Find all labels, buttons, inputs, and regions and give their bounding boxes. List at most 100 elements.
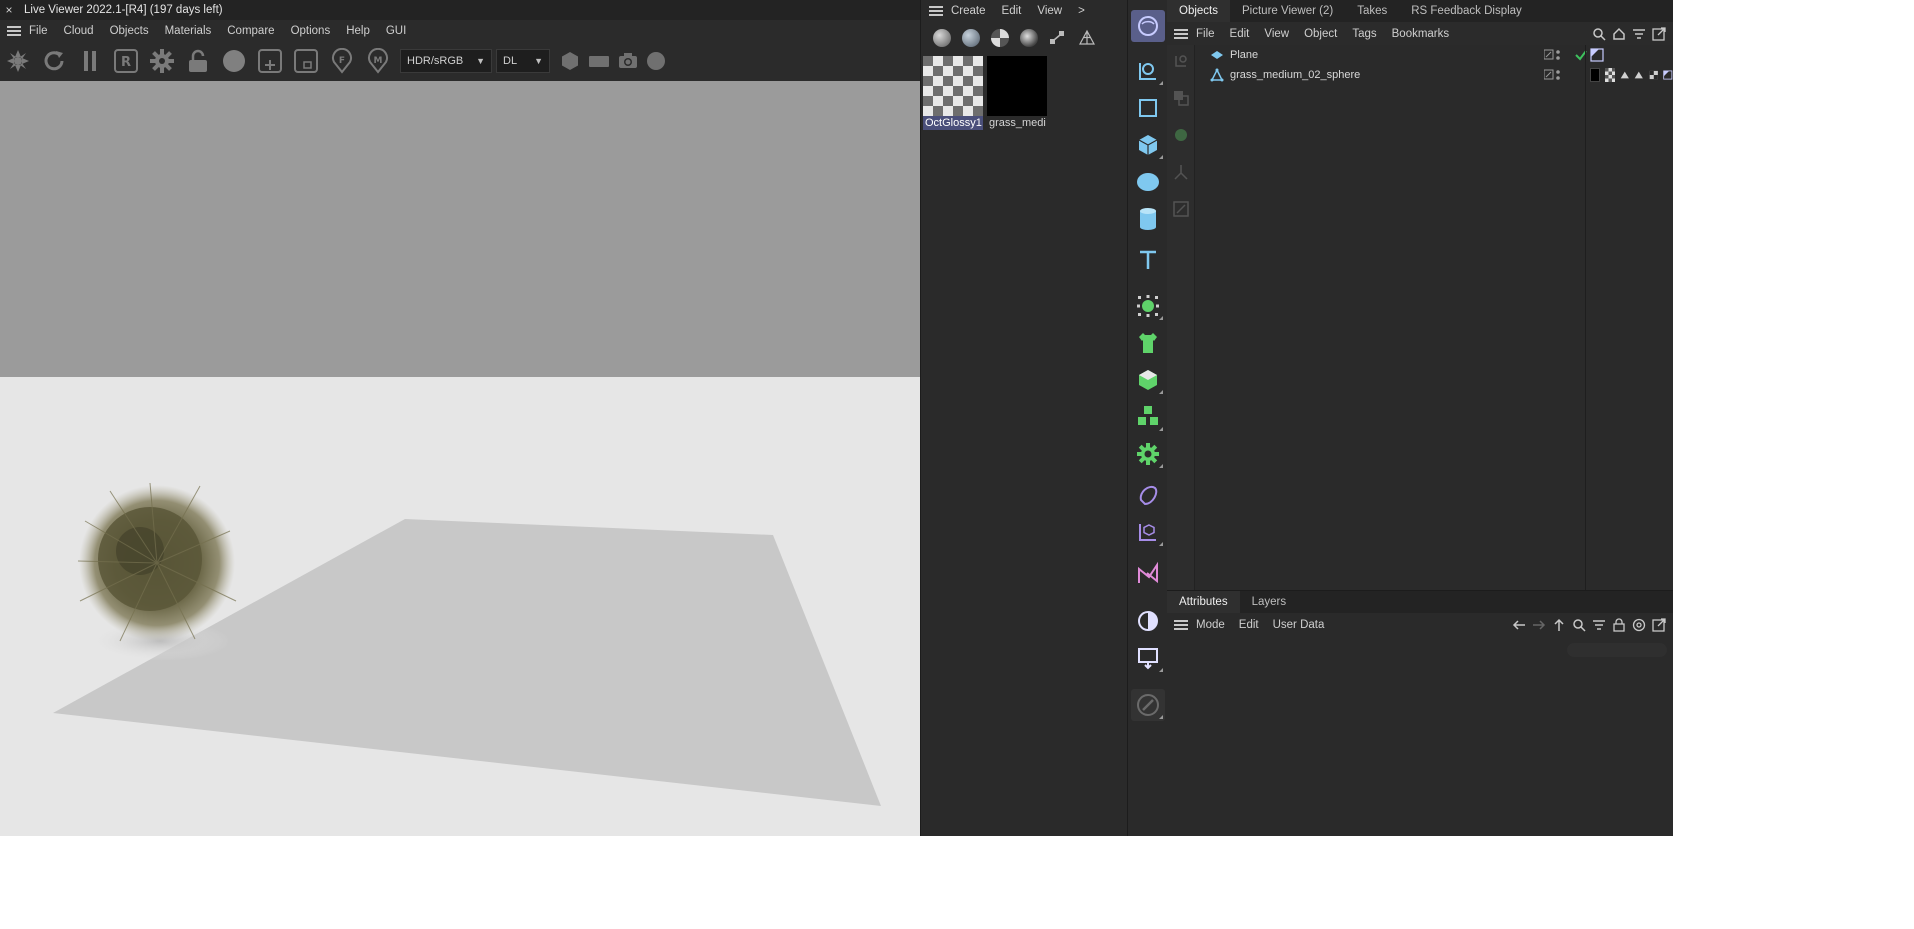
menu-compare[interactable]: Compare: [227, 25, 274, 37]
menu-materials[interactable]: Materials: [165, 25, 212, 37]
extrude-generator-icon[interactable]: [1131, 364, 1165, 396]
camera-render-icon[interactable]: [1131, 642, 1165, 674]
text-spline-icon[interactable]: [1131, 244, 1165, 276]
mm-menu-create[interactable]: Create: [951, 5, 986, 17]
tab-layers[interactable]: Layers: [1240, 591, 1299, 613]
joint-icon[interactable]: [1171, 162, 1191, 182]
lock-icon[interactable]: [184, 47, 212, 75]
hamburger-menu-icon[interactable]: [929, 6, 943, 16]
edit-render-settings-icon[interactable]: [1131, 689, 1165, 721]
null-axis-icon[interactable]: [1131, 516, 1165, 548]
object-row-plane[interactable]: Plane: [1196, 45, 1587, 65]
om-menu-tags[interactable]: Tags: [1352, 28, 1376, 40]
octane-object-tag-icon[interactable]: [1590, 48, 1604, 62]
pause-icon[interactable]: [76, 47, 104, 75]
effector-gear-icon[interactable]: [1131, 438, 1165, 470]
tab-objects[interactable]: Objects: [1167, 0, 1230, 22]
am-menu-edit[interactable]: Edit: [1239, 619, 1259, 631]
hamburger-menu-icon[interactable]: [7, 26, 21, 36]
settings-gear-icon[interactable]: [148, 47, 176, 75]
material-picker-icon[interactable]: M: [364, 47, 392, 75]
bend-deformer-icon[interactable]: [1131, 479, 1165, 511]
phong-tag-icon[interactable]: [1620, 68, 1630, 82]
hamburger-menu-icon[interactable]: [1174, 28, 1188, 39]
hamburger-menu-icon[interactable]: [1174, 619, 1188, 630]
focus-picker-icon[interactable]: F: [328, 47, 356, 75]
om-menu-edit[interactable]: Edit: [1230, 28, 1250, 40]
send-scene-icon[interactable]: [4, 47, 32, 75]
mix-ball-icon[interactable]: [1020, 29, 1038, 47]
undo-view-icon[interactable]: [1131, 10, 1165, 42]
lock-icon[interactable]: [1609, 617, 1629, 633]
mm-menu-view[interactable]: View: [1037, 5, 1062, 17]
film-region-icon[interactable]: [292, 47, 320, 75]
cloth-shirt-icon[interactable]: [1131, 327, 1165, 359]
add-region-icon[interactable]: [256, 47, 284, 75]
target-icon[interactable]: [1629, 617, 1649, 633]
material-black-tag-icon[interactable]: [1590, 68, 1601, 82]
menu-file[interactable]: File: [29, 25, 48, 37]
arrow-left-icon[interactable]: [1509, 617, 1529, 633]
region-render-icon[interactable]: R: [112, 47, 140, 75]
am-menu-user-data[interactable]: User Data: [1273, 619, 1325, 631]
camera-icon[interactable]: [618, 51, 638, 71]
restart-icon[interactable]: [40, 47, 68, 75]
material-checker-tag-icon[interactable]: [1605, 68, 1615, 82]
cube-icon[interactable]: [1131, 129, 1165, 161]
mm-menu-edit[interactable]: Edit: [1002, 5, 1022, 17]
tab-picture-viewer[interactable]: Picture Viewer (2): [1230, 0, 1345, 22]
uvw-tag-icon[interactable]: [1649, 68, 1659, 82]
tab-attributes[interactable]: Attributes: [1167, 591, 1240, 613]
record-icon[interactable]: [646, 51, 666, 71]
new-window-icon[interactable]: [1649, 617, 1669, 633]
mesh-triangle-icon[interactable]: [1078, 29, 1096, 47]
cloner-icon[interactable]: [1131, 290, 1165, 322]
material-grass[interactable]: grass_medi: [987, 56, 1047, 130]
spline-pen-icon[interactable]: [1131, 55, 1165, 87]
filter-icon[interactable]: [1589, 617, 1609, 633]
arrow-right-icon[interactable]: [1529, 617, 1549, 633]
am-menu-mode[interactable]: Mode: [1196, 619, 1225, 631]
render-viewport[interactable]: [0, 81, 920, 836]
tab-takes[interactable]: Takes: [1345, 0, 1399, 22]
menu-cloud[interactable]: Cloud: [64, 25, 94, 37]
kernel-select[interactable]: DL ▼: [496, 49, 550, 73]
film-strip-icon[interactable]: [588, 51, 610, 71]
mograph-cubes-icon[interactable]: [1131, 401, 1165, 433]
cylinder-icon[interactable]: [1131, 203, 1165, 235]
material-ball-icon[interactable]: [933, 29, 951, 47]
visibility-dots-icon[interactable]: [1544, 48, 1574, 62]
arrow-up-icon[interactable]: [1549, 617, 1569, 633]
layer-icon[interactable]: [1171, 88, 1191, 108]
visibility-dots-icon[interactable]: [1544, 68, 1574, 82]
checker-ball-icon[interactable]: [991, 29, 1009, 47]
scale-icon[interactable]: [1171, 199, 1191, 219]
sphere-disc-icon[interactable]: [1131, 166, 1165, 198]
hexagon-icon[interactable]: [560, 51, 580, 71]
home-icon[interactable]: [1609, 26, 1629, 42]
filter-icon[interactable]: [1629, 26, 1649, 42]
tab-rs-feedback-display[interactable]: RS Feedback Display: [1399, 0, 1534, 22]
search-icon[interactable]: [1569, 617, 1589, 633]
rectangle-spline-icon[interactable]: [1131, 92, 1165, 124]
om-menu-file[interactable]: File: [1196, 28, 1215, 40]
light-icon[interactable]: [1131, 605, 1165, 637]
object-row-grass-sphere[interactable]: grass_medium_02_sphere: [1196, 65, 1585, 85]
search-icon[interactable]: [1589, 26, 1609, 42]
node-editor-icon[interactable]: [1049, 29, 1067, 47]
close-icon[interactable]: ×: [0, 3, 18, 17]
menu-options[interactable]: Options: [291, 25, 331, 37]
color-space-select[interactable]: HDR/sRGB ▼: [400, 49, 492, 73]
green-sphere-icon[interactable]: [1171, 125, 1191, 145]
menu-objects[interactable]: Objects: [110, 25, 149, 37]
material-preview-icon[interactable]: [220, 47, 248, 75]
menu-help[interactable]: Help: [346, 25, 370, 37]
om-menu-view[interactable]: View: [1264, 28, 1289, 40]
attributes-search-field[interactable]: [1567, 643, 1667, 657]
glossy-ball-icon[interactable]: [962, 29, 980, 47]
deformer-twist-icon[interactable]: [1131, 558, 1165, 590]
phong-tag-icon[interactable]: [1634, 68, 1644, 82]
mm-menu-more[interactable]: >: [1078, 5, 1085, 17]
link-icon[interactable]: [1171, 51, 1191, 71]
octane-object-tag-icon[interactable]: [1663, 68, 1673, 82]
